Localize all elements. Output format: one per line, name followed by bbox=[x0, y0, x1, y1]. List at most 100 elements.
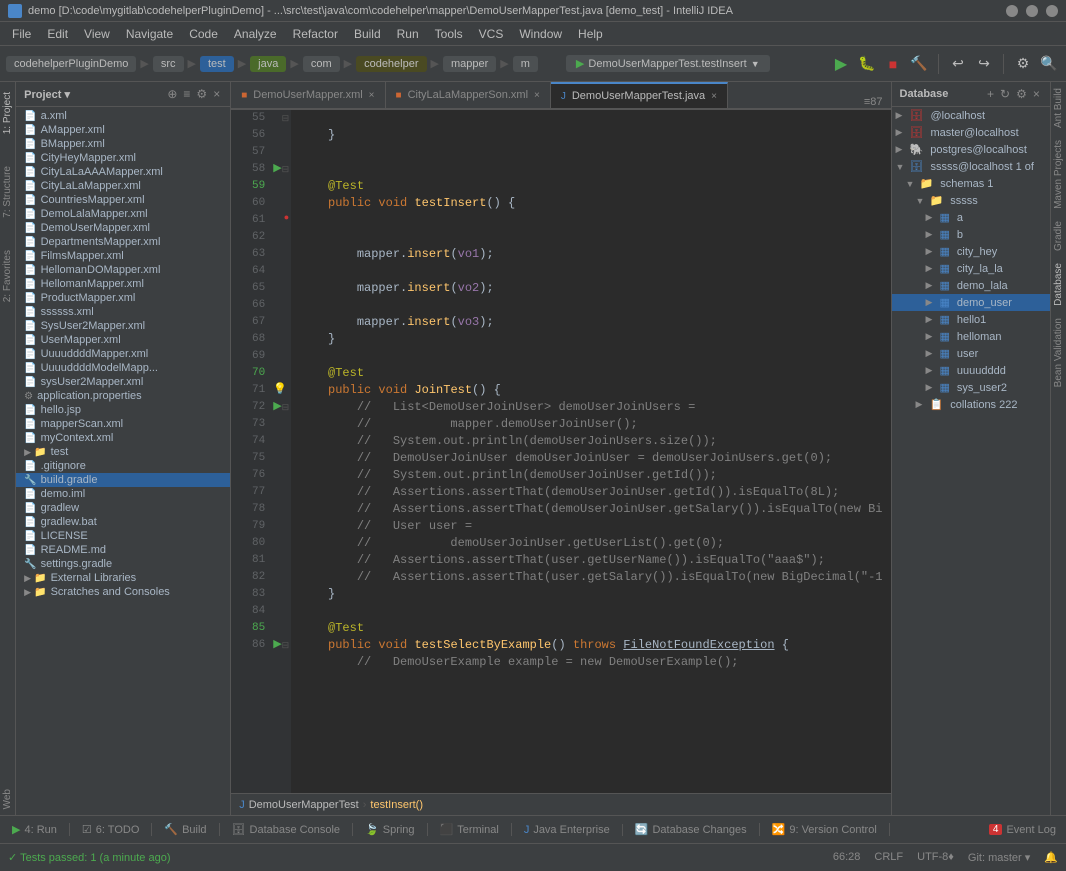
rside-tab-antbuild[interactable]: Ant Build bbox=[1051, 82, 1066, 134]
fold-59[interactable]: ⊟ bbox=[282, 161, 290, 175]
bottom-tab-build[interactable]: 🔨 Build bbox=[152, 823, 219, 836]
tree-item-hellomanmapper-xml[interactable]: 📄HellomanMapper.xml bbox=[16, 277, 230, 291]
bc-class[interactable]: J bbox=[239, 799, 245, 811]
tab-close-demousermappertest[interactable]: × bbox=[711, 91, 717, 102]
tab-citylala-xml[interactable]: ■ CityLaLaMapperSon.xml × bbox=[386, 82, 551, 108]
db-sssss[interactable]: ▼ 🗄 sssss@localhost 1 of bbox=[892, 158, 1050, 175]
db-table-uuuudddd[interactable]: ▶ ▦ uuuudddd bbox=[892, 362, 1050, 379]
tree-item-hello-jsp[interactable]: 📄hello.jsp bbox=[16, 403, 230, 417]
tree-item-demolalamapper-xml[interactable]: 📄DemoLalaMapper.xml bbox=[16, 207, 230, 221]
tree-item-gradlew[interactable]: 📄gradlew bbox=[16, 501, 230, 515]
db-settings-btn[interactable]: ⚙ bbox=[1014, 86, 1029, 102]
rside-tab-maven[interactable]: Maven Projects bbox=[1051, 134, 1066, 215]
fold-70[interactable]: ⊟ bbox=[282, 399, 290, 413]
tree-item-test-folder[interactable]: ▶📁test bbox=[16, 445, 230, 459]
tab-demousermappertest-java[interactable]: J DemoUserMapperTest.java × bbox=[551, 82, 728, 108]
menu-edit[interactable]: Edit bbox=[39, 25, 76, 43]
bc-com[interactable]: com bbox=[303, 56, 340, 72]
bc-codehelper[interactable]: codehelper bbox=[356, 56, 426, 72]
bottom-tab-db-changes[interactable]: 🔄 Database Changes bbox=[623, 823, 760, 836]
tree-item-gradlew-bat[interactable]: 📄gradlew.bat bbox=[16, 515, 230, 529]
sidebar-tab-web[interactable]: Web bbox=[0, 783, 15, 815]
search-button[interactable]: 🔍 bbox=[1038, 53, 1060, 75]
db-table-sysuser2[interactable]: ▶ ▦ sys_user2 bbox=[892, 379, 1050, 396]
encoding[interactable]: UTF-8♦ bbox=[917, 851, 954, 864]
notifications-icon[interactable]: 🔔 bbox=[1044, 851, 1058, 864]
tab-close-citylala[interactable]: × bbox=[534, 90, 540, 101]
menu-run[interactable]: Run bbox=[389, 25, 427, 43]
sidebar-tab-structure[interactable]: 7: Structure bbox=[0, 160, 15, 224]
tree-item-ext-libs[interactable]: ▶📁External Libraries bbox=[16, 571, 230, 585]
settings-button[interactable]: ⚙ bbox=[1012, 53, 1034, 75]
db-schemas[interactable]: ▼ 📁 schemas 1 bbox=[892, 175, 1050, 192]
bc-java[interactable]: java bbox=[250, 56, 286, 72]
db-table-a[interactable]: ▶ ▦ a bbox=[892, 209, 1050, 226]
project-close-btn[interactable]: × bbox=[211, 86, 222, 102]
project-expand-btn[interactable]: ≡ bbox=[181, 86, 192, 102]
menu-window[interactable]: Window bbox=[511, 25, 570, 43]
tree-item-mycontext-xml[interactable]: 📄myContext.xml bbox=[16, 431, 230, 445]
rside-tab-bean[interactable]: Bean Validation bbox=[1051, 312, 1066, 393]
tree-item-uuuuddddmapper-xml[interactable]: 📄UuuuddddMapper.xml bbox=[16, 347, 230, 361]
db-table-helloman[interactable]: ▶ ▦ helloman bbox=[892, 328, 1050, 345]
tree-item-license[interactable]: 📄LICENSE bbox=[16, 529, 230, 543]
bc-classname[interactable]: DemoUserMapperTest bbox=[249, 799, 359, 811]
db-table-city-hey[interactable]: ▶ ▦ city_hey bbox=[892, 243, 1050, 260]
db-postgres[interactable]: ▶ 🐘 postgres@localhost bbox=[892, 141, 1050, 158]
project-sync-btn[interactable]: ⊕ bbox=[165, 86, 179, 102]
maximize-btn[interactable] bbox=[1026, 5, 1038, 17]
db-refresh-btn[interactable]: ↻ bbox=[998, 86, 1012, 102]
tree-item-demo-iml[interactable]: 📄demo.iml bbox=[16, 487, 230, 501]
db-table-user[interactable]: ▶ ▦ user bbox=[892, 345, 1050, 362]
tree-item-readme[interactable]: 📄README.md bbox=[16, 543, 230, 557]
redo-button[interactable]: ↪ bbox=[973, 53, 995, 75]
sidebar-tab-favorites[interactable]: 2: Favorites bbox=[0, 244, 15, 308]
db-table-city-la-la[interactable]: ▶ ▦ city_la_la bbox=[892, 260, 1050, 277]
db-table-b[interactable]: ▶ ▦ b bbox=[892, 226, 1050, 243]
tree-item-ssssss-xml[interactable]: 📄ssssss.xml bbox=[16, 305, 230, 319]
tree-item-bmapper-xml[interactable]: 📄BMapper.xml bbox=[16, 137, 230, 151]
rside-tab-database[interactable]: Database bbox=[1051, 257, 1066, 312]
bottom-tab-db-console[interactable]: 🗄 Database Console bbox=[220, 823, 353, 836]
tree-item-citylalamapper-xml[interactable]: 📄CityLaLaMapper.xml bbox=[16, 179, 230, 193]
menu-build[interactable]: Build bbox=[346, 25, 389, 43]
fold-85[interactable]: ⊟ bbox=[282, 637, 290, 651]
run-gutter-85[interactable]: ▶ bbox=[273, 637, 281, 650]
menu-vcs[interactable]: VCS bbox=[471, 25, 512, 43]
run-config-selector[interactable]: ▶ DemoUserMapperTest.testInsert ▼ bbox=[566, 55, 770, 72]
bottom-tab-todo[interactable]: ☑ 6: TODO bbox=[70, 823, 152, 836]
stop-button[interactable]: ■ bbox=[882, 53, 904, 75]
undo-button[interactable]: ↩ bbox=[947, 53, 969, 75]
menu-tools[interactable]: Tools bbox=[427, 25, 471, 43]
db-collations[interactable]: ▶ 📋 collations 222 bbox=[892, 396, 1050, 413]
menu-navigate[interactable]: Navigate bbox=[118, 25, 181, 43]
code-content[interactable]: } @Test public void testInsert() { mappe… bbox=[291, 110, 890, 793]
db-sssss-schema[interactable]: ▼ 📁 sssss bbox=[892, 192, 1050, 209]
close-btn[interactable] bbox=[1046, 5, 1058, 17]
menu-file[interactable]: File bbox=[4, 25, 39, 43]
tree-item-mapperscan-xml[interactable]: 📄mapperScan.xml bbox=[16, 417, 230, 431]
db-table-demo-user[interactable]: ▶ ▦ demo_user bbox=[892, 294, 1050, 311]
db-table-hello1[interactable]: ▶ ▦ hello1 bbox=[892, 311, 1050, 328]
git-branch[interactable]: Git: master ▾ bbox=[968, 851, 1030, 864]
cursor-position[interactable]: 66:28 bbox=[833, 851, 861, 864]
bottom-tab-java-enterprise[interactable]: J Java Enterprise bbox=[512, 824, 623, 836]
tree-item-gitignore[interactable]: 📄.gitignore bbox=[16, 459, 230, 473]
sidebar-tab-project[interactable]: 1: Project bbox=[0, 86, 15, 140]
tree-item-settings-gradle[interactable]: 🔧settings.gradle bbox=[16, 557, 230, 571]
db-add-btn[interactable]: + bbox=[985, 86, 996, 102]
project-settings-btn[interactable]: ⚙ bbox=[194, 86, 209, 102]
tree-item-a-xml[interactable]: 📄a.xml bbox=[16, 109, 230, 123]
line-ending[interactable]: CRLF bbox=[874, 851, 903, 864]
bc-project[interactable]: codehelperPluginDemo bbox=[6, 56, 136, 72]
menu-view[interactable]: View bbox=[76, 25, 118, 43]
tree-item-scratches[interactable]: ▶📁Scratches and Consoles bbox=[16, 585, 230, 599]
run-gutter-70[interactable]: ▶ bbox=[273, 399, 281, 412]
bc-method[interactable]: testInsert() bbox=[370, 799, 423, 811]
tree-item-build-gradle[interactable]: 🔧build.gradle bbox=[16, 473, 230, 487]
bulb-icon[interactable]: 💡 bbox=[273, 382, 287, 395]
tree-item-productmapper-xml[interactable]: 📄ProductMapper.xml bbox=[16, 291, 230, 305]
bottom-tab-vc[interactable]: 🔀 9: Version Control bbox=[760, 823, 890, 836]
minimize-btn[interactable] bbox=[1006, 5, 1018, 17]
bc-src[interactable]: src bbox=[153, 56, 184, 72]
